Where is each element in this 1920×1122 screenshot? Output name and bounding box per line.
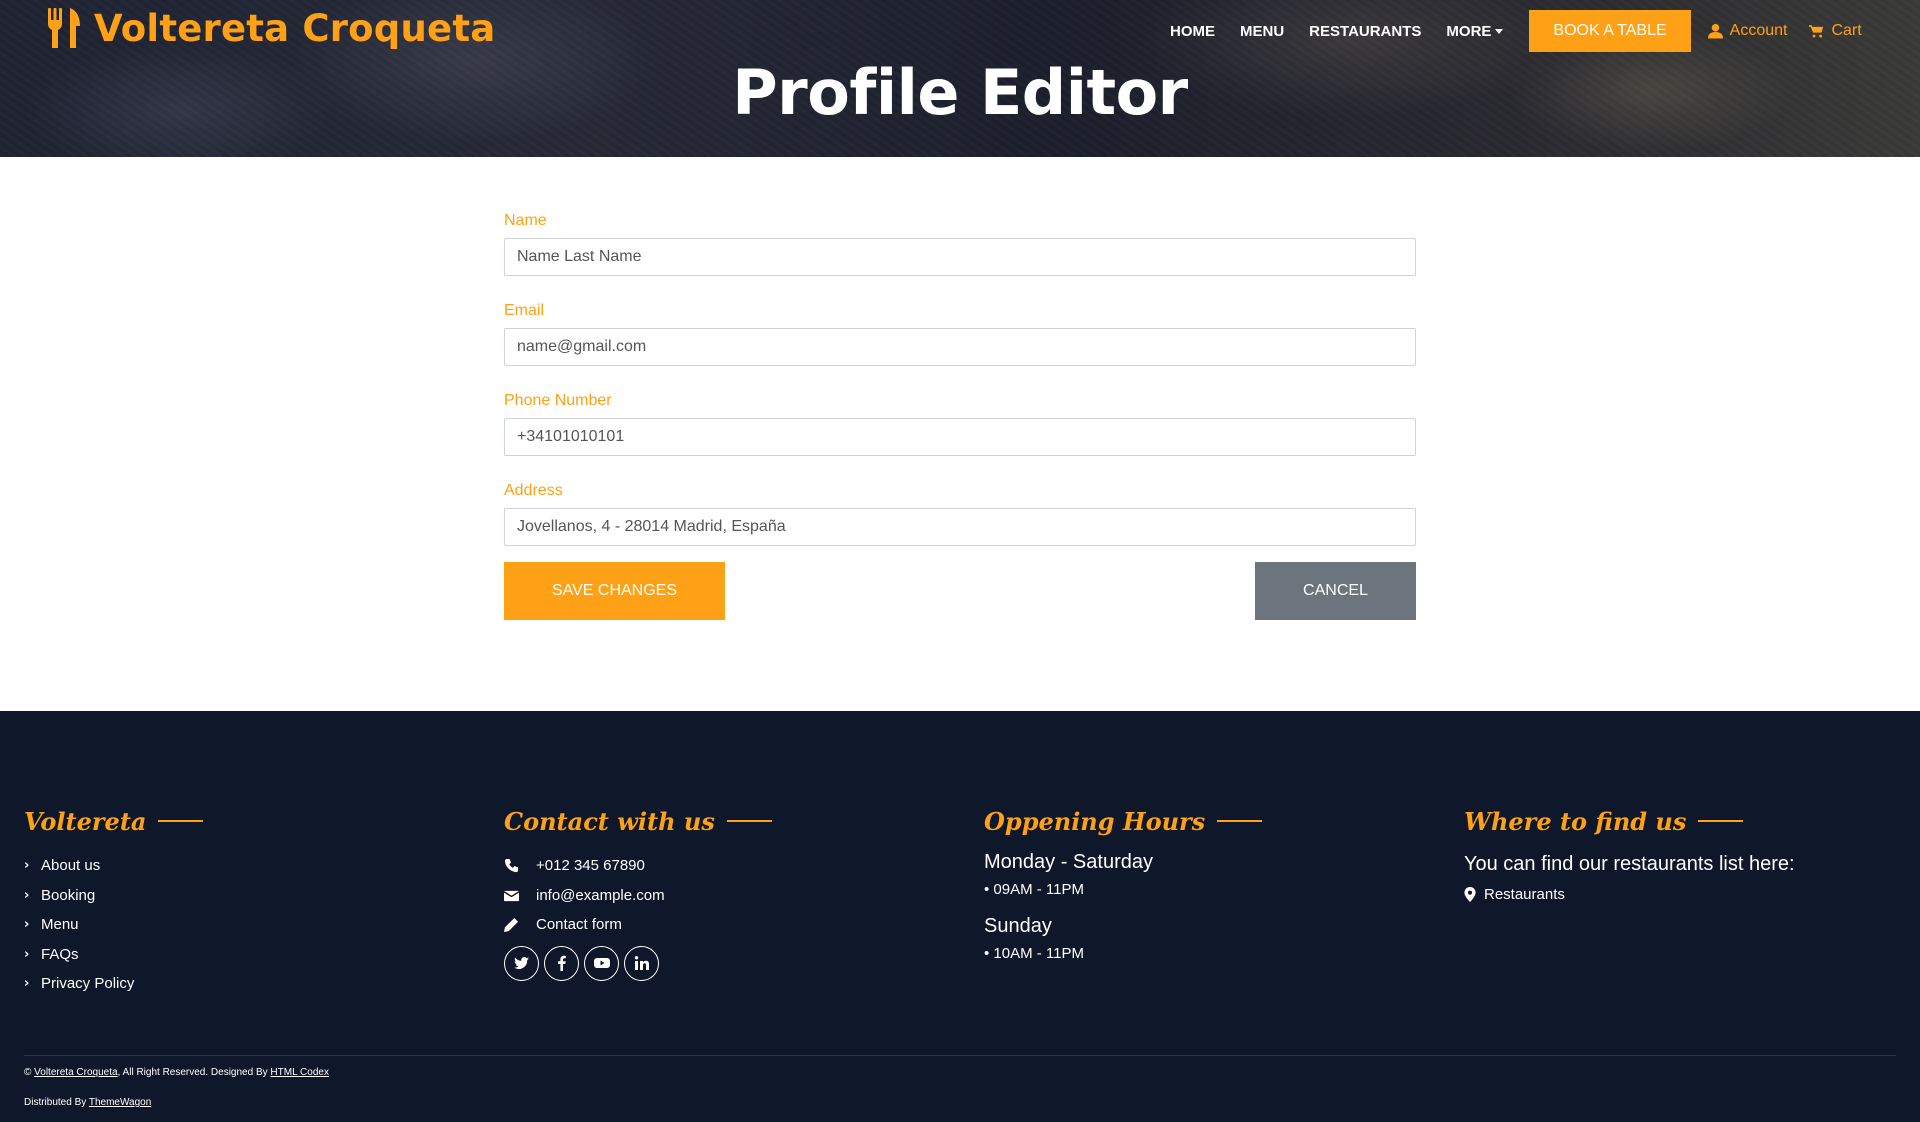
map-marker-icon	[1464, 886, 1476, 902]
title-underline	[158, 820, 204, 822]
footer-link-menu[interactable]: › Menu	[24, 910, 203, 940]
save-changes-button[interactable]: SAVE CHANGES	[504, 562, 725, 620]
hero-banner: Voltereta Croqueta HOME MENU RESTAURANTS…	[0, 0, 1920, 157]
footer-col-location: Where to find us You can find our restau…	[1464, 801, 1795, 907]
contact-form-text: Contact form	[536, 916, 622, 934]
footer-col-title: Contact with us	[504, 801, 772, 841]
footer-col-title: Where to find us	[1464, 801, 1795, 841]
footer-col-title-text: Voltereta	[24, 806, 147, 836]
youtube-button[interactable]	[584, 945, 619, 981]
contact-phone-text: +012 345 67890	[536, 857, 645, 875]
copyright-line: © Voltereta Croqueta, All Right Reserved…	[24, 1067, 329, 1078]
title-underline	[1698, 820, 1744, 822]
brand-logo[interactable]: Voltereta Croqueta	[46, 6, 495, 50]
contact-phone[interactable]: +012 345 67890	[504, 851, 772, 881]
copyright-symbol: ©	[24, 1067, 32, 1078]
caret-down-icon	[1495, 28, 1504, 34]
name-label: Name	[504, 212, 547, 229]
phone-icon	[504, 859, 519, 873]
chevron-right-icon: ›	[24, 887, 30, 903]
nav-home[interactable]: HOME	[1170, 23, 1215, 40]
footer-col-title-text: Contact with us	[504, 806, 715, 836]
form-actions: SAVE CHANGES CANCEL	[504, 562, 1416, 620]
address-input[interactable]	[504, 508, 1416, 546]
restaurants-link[interactable]: Restaurants	[1464, 881, 1795, 907]
facebook-icon	[557, 955, 566, 971]
hours-day-weekday: Monday - Saturday	[984, 851, 1153, 873]
footer-link-label: Menu	[41, 916, 79, 934]
account-label: Account	[1729, 22, 1788, 39]
linkedin-icon	[634, 956, 649, 970]
nav-restaurants[interactable]: RESTAURANTS	[1309, 23, 1421, 40]
restaurants-link-label: Restaurants	[1484, 885, 1565, 903]
cart-link[interactable]: Cart	[1809, 22, 1862, 40]
brand-name: Voltereta Croqueta	[94, 6, 496, 50]
nav-more-dropdown[interactable]: MORE	[1446, 22, 1504, 40]
nav-menu[interactable]: MENU	[1240, 23, 1284, 40]
distributed-text: Distributed By	[24, 1097, 87, 1108]
footer-col-voltereta: Voltereta › About us › Booking › Menu › FAQs…	[24, 801, 204, 999]
chevron-right-icon: ›	[24, 946, 30, 962]
copyright-brand-link[interactable]: Voltereta Croqueta	[34, 1067, 117, 1078]
contact-form-link[interactable]: Contact form	[504, 910, 772, 940]
email-input[interactable]	[504, 328, 1416, 366]
linkedin-button[interactable]	[624, 945, 659, 981]
hours-time-weekday: • 09AM - 11PM	[984, 881, 1085, 898]
footer-col-hours: Oppening Hours Monday - Saturday • 09AM …	[984, 801, 1263, 975]
designer-link[interactable]: HTML Codex	[270, 1067, 329, 1078]
cart-icon	[1809, 25, 1824, 38]
account-link[interactable]: Account	[1707, 22, 1788, 40]
page-title: Profile Editor	[732, 56, 1188, 129]
footer-link-faqs[interactable]: › FAQs	[24, 940, 203, 970]
footer-col-title: Voltereta	[24, 801, 204, 841]
twitter-icon	[513, 957, 529, 969]
chevron-right-icon: ›	[24, 858, 30, 874]
contact-email[interactable]: info@example.com	[504, 881, 772, 911]
footer-link-privacy[interactable]: › Privacy Policy	[24, 969, 203, 999]
copyright-text: , All Right Reserved. Designed By	[117, 1067, 268, 1078]
footer-col-contact: Contact with us +012 345 67890 info@exam…	[504, 801, 772, 981]
distributor-link[interactable]: ThemeWagon	[89, 1097, 151, 1108]
nav-more-label: MORE	[1446, 22, 1492, 40]
footer-col-title: Oppening Hours	[984, 801, 1263, 841]
find-us-text: You can find our restaurants list here:	[1464, 853, 1795, 875]
email-label: Email	[504, 302, 545, 319]
hours-time-sunday: • 10AM - 11PM	[984, 945, 1085, 962]
footer-col-title-text: Oppening Hours	[984, 806, 1206, 836]
phone-label: Phone Number	[504, 392, 612, 409]
footer-link-label: Booking	[41, 886, 96, 904]
user-icon	[1707, 23, 1723, 39]
chevron-right-icon: ›	[24, 917, 30, 933]
footer-link-label: About us	[41, 857, 101, 875]
twitter-button[interactable]	[504, 945, 539, 981]
cart-label: Cart	[1831, 22, 1862, 39]
envelope-icon	[504, 890, 519, 901]
footer-link-about[interactable]: › About us	[24, 851, 203, 881]
pencil-icon	[504, 918, 519, 933]
address-label: Address	[504, 482, 563, 499]
distributed-line: Distributed By ThemeWagon	[24, 1097, 151, 1108]
title-underline	[1217, 820, 1263, 822]
chevron-right-icon: ›	[24, 976, 30, 992]
footer-link-label: FAQs	[41, 945, 79, 963]
footer-link-label: Privacy Policy	[41, 975, 135, 993]
title-underline	[726, 820, 772, 822]
contact-email-text: info@example.com	[536, 886, 665, 904]
name-input[interactable]	[504, 238, 1416, 276]
social-links	[504, 945, 772, 981]
main-nav: HOME MENU RESTAURANTS MORE BOOK A TABLE …	[1170, 10, 1884, 52]
facebook-button[interactable]	[544, 945, 579, 981]
footer-divider	[24, 1055, 1896, 1056]
book-table-button[interactable]: BOOK A TABLE	[1529, 10, 1691, 52]
footer-col-title-text: Where to find us	[1464, 806, 1687, 836]
youtube-icon	[593, 958, 610, 968]
footer: Voltereta › About us › Booking › Menu › FAQs…	[0, 711, 1920, 1122]
phone-input[interactable]	[504, 418, 1416, 456]
footer-link-booking[interactable]: › Booking	[24, 881, 203, 911]
cancel-button[interactable]: CANCEL	[1255, 562, 1416, 620]
hours-day-sunday: Sunday	[984, 915, 1052, 937]
profile-form: Name Email Phone Number Address SAVE CHA…	[504, 210, 1416, 620]
utensils-icon	[48, 8, 80, 48]
